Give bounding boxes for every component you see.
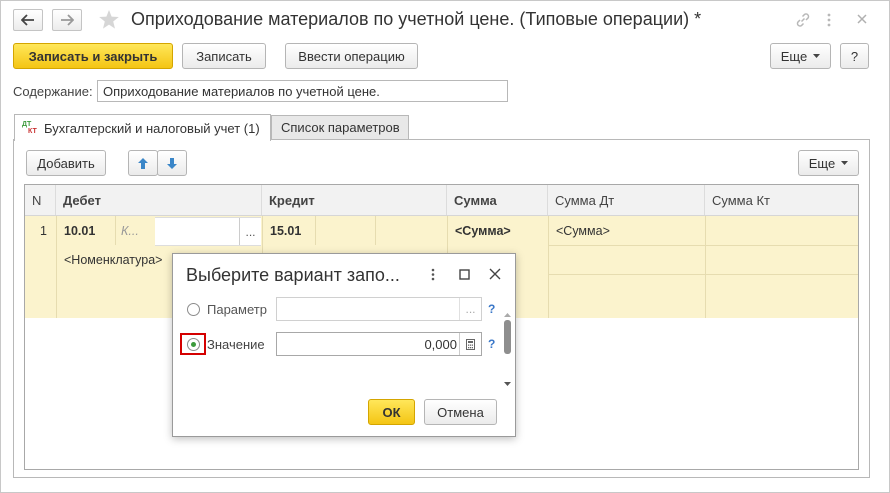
help-button[interactable]: ?	[840, 43, 869, 69]
value-input[interactable]: 0,000	[424, 337, 457, 352]
value-help-icon[interactable]: ?	[488, 337, 495, 351]
table-header: N Дебет Кредит Сумма Сумма Дт Сумма Кт	[25, 185, 858, 216]
dropdown-arrow-icon	[841, 161, 849, 165]
maximize-icon[interactable]	[459, 269, 470, 283]
value-radio[interactable]	[187, 338, 200, 351]
tab-accounting-label: Бухгалтерский и налоговый учет (1)	[44, 120, 260, 136]
parameter-select-button[interactable]: ...	[459, 298, 481, 320]
nomenclature-cell[interactable]: <Номенклатура>	[64, 253, 163, 267]
parameter-radio[interactable]	[187, 303, 200, 316]
column-header-n[interactable]: N	[25, 185, 56, 215]
parameter-label: Параметр	[207, 302, 267, 317]
cancel-button[interactable]: Отмена	[424, 399, 497, 425]
dialog-more-icon[interactable]	[431, 268, 435, 284]
dialog-title: Выберите вариант запо...	[186, 265, 400, 285]
more-vertical-icon[interactable]	[826, 12, 832, 31]
save-and-close-button[interactable]: Записать и закрыть	[13, 43, 173, 69]
value-field[interactable]: 0,000	[276, 332, 482, 356]
debit-select-button[interactable]: ...	[239, 218, 261, 245]
choose-variant-dialog: Выберите вариант запо... Параметр ... ? …	[172, 253, 516, 437]
add-button[interactable]: Добавить	[26, 150, 106, 176]
column-header-sum[interactable]: Сумма	[447, 185, 548, 215]
parameter-field[interactable]: ...	[276, 297, 482, 321]
sum-cell[interactable]: <Сумма>	[455, 224, 511, 238]
more-button-label: Еще	[780, 48, 808, 64]
sum-dt-cell[interactable]: <Сумма>	[556, 224, 610, 238]
column-header-sum-dt[interactable]: Сумма Дт	[548, 185, 705, 215]
enter-operation-button[interactable]: Ввести операцию	[285, 43, 418, 69]
dialog-close-icon[interactable]	[489, 268, 501, 283]
credit-account-cell[interactable]: 15.01	[270, 224, 301, 238]
arrow-down-icon	[167, 157, 177, 169]
calculator-icon	[466, 338, 475, 350]
parameter-help-icon[interactable]: ?	[488, 302, 495, 316]
debit-edit-field[interactable]: ...	[155, 217, 261, 246]
column-header-sum-kt[interactable]: Сумма Кт	[705, 185, 858, 215]
row-number: 1	[40, 224, 47, 238]
back-button[interactable]	[13, 9, 43, 31]
debit-subconto-cell[interactable]: К...	[121, 224, 139, 238]
table-more-label: Еще	[808, 155, 836, 171]
content-field[interactable]: Оприходование материалов по учетной цене…	[97, 80, 508, 102]
arrow-up-icon	[138, 157, 148, 169]
content-label: Содержание:	[13, 84, 93, 99]
tab-accounting[interactable]: ДТ КТ Бухгалтерский и налоговый учет (1)	[14, 114, 271, 141]
scroll-up-arrow-icon[interactable]	[504, 306, 511, 320]
more-button[interactable]: Еще	[770, 43, 831, 69]
favorite-star-icon[interactable]	[98, 9, 120, 33]
ok-button[interactable]: ОК	[368, 399, 415, 425]
calculator-button[interactable]	[459, 333, 481, 355]
tab-parameters[interactable]: Список параметров	[271, 115, 409, 140]
move-down-button[interactable]	[157, 150, 187, 176]
forward-button[interactable]	[52, 9, 82, 31]
link-icon[interactable]	[795, 12, 811, 31]
dropdown-arrow-icon	[813, 54, 821, 58]
value-label: Значение	[207, 337, 265, 352]
scroll-down-arrow-icon[interactable]	[504, 375, 511, 389]
save-button[interactable]: Записать	[182, 43, 266, 69]
scrollbar-thumb[interactable]	[504, 320, 511, 354]
close-window-icon[interactable]	[856, 13, 868, 28]
table-more-button[interactable]: Еще	[798, 150, 859, 176]
arrow-right-icon	[61, 14, 74, 26]
move-up-button[interactable]	[128, 150, 158, 176]
window-title: Оприходование материалов по учетной цене…	[131, 9, 702, 29]
arrow-left-icon	[21, 14, 34, 26]
debit-account-cell[interactable]: 10.01	[64, 224, 95, 238]
dt-kt-icon: ДТ КТ	[22, 121, 37, 135]
column-header-credit[interactable]: Кредит	[262, 185, 447, 215]
column-header-debit[interactable]: Дебет	[56, 185, 262, 215]
radio-selected-dot	[191, 342, 196, 347]
